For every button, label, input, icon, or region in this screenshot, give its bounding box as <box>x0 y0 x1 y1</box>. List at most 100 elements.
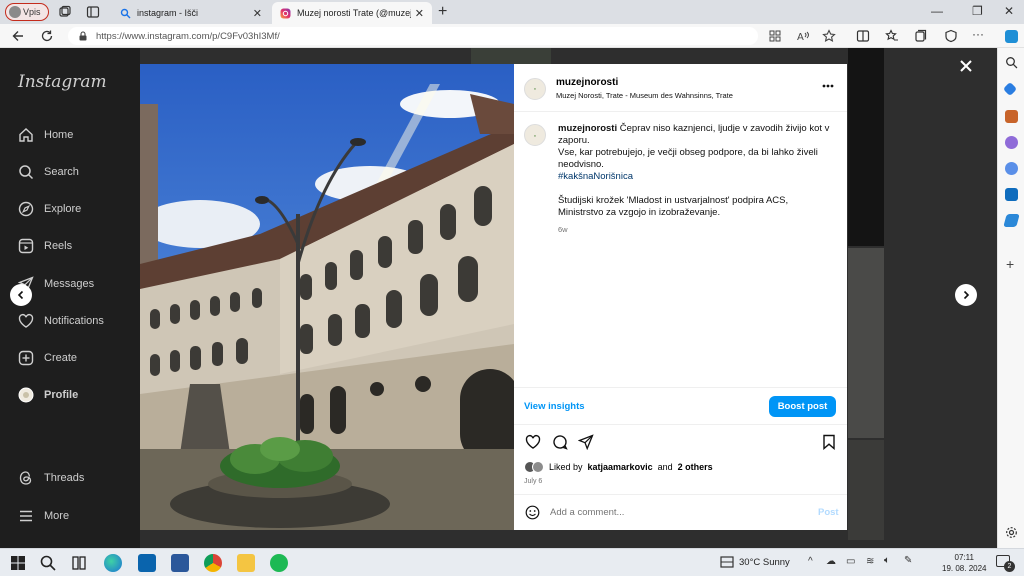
address-bar[interactable]: https://www.instagram.com/p/C9Fv03hI3Mf/ <box>68 27 758 45</box>
explore-icon <box>18 201 34 217</box>
tab-actions-icon[interactable] <box>86 5 100 19</box>
grid-thumbnail[interactable] <box>848 440 884 540</box>
next-post-button[interactable] <box>955 284 977 306</box>
avatar[interactable]: ● <box>524 77 546 100</box>
grid-thumbnail[interactable] <box>848 48 884 246</box>
chevron-up-icon[interactable]: ^ <box>808 556 813 567</box>
browser-toolbar: https://www.instagram.com/p/C9Fv03hI3Mf/… <box>0 24 1024 48</box>
wifi-icon[interactable]: ≋ <box>866 556 874 567</box>
send-icon[interactable] <box>1003 214 1020 227</box>
close-tab-icon[interactable]: ✕ <box>253 7 262 20</box>
nav-more[interactable]: More <box>18 508 69 524</box>
clock[interactable]: 07:11 19. 08. 2024 <box>942 552 986 574</box>
lock-icon <box>79 31 87 41</box>
windows-start-icon[interactable] <box>9 554 27 572</box>
profile-button[interactable]: Vpis <box>5 3 49 21</box>
nav-reels[interactable]: Reels <box>18 238 72 254</box>
spotify-icon[interactable] <box>270 554 288 572</box>
nav-notifications[interactable]: Notifications <box>18 313 104 329</box>
post-comment-button[interactable]: Post <box>818 507 839 518</box>
search-icon[interactable] <box>1005 56 1018 69</box>
grid-thumbnail[interactable] <box>471 48 551 64</box>
like-heart-icon[interactable] <box>525 434 541 450</box>
edge-browser-icon[interactable] <box>104 554 122 572</box>
nav-search[interactable]: Search <box>18 164 79 180</box>
post-location[interactable]: Muzej Norosti, Trate - Museum des Wahnsi… <box>556 91 733 100</box>
comment-input[interactable] <box>550 505 800 520</box>
instagram-logo[interactable]: Instagram <box>18 72 107 92</box>
view-insights-link[interactable]: View insights <box>524 401 585 412</box>
caption-line: neodvisno. <box>558 159 604 170</box>
word-icon[interactable] <box>171 554 189 572</box>
nav-explore[interactable]: Explore <box>18 201 81 217</box>
weather-widget[interactable]: 30°C Sunny <box>720 556 790 568</box>
add-sidebar-app-icon[interactable]: + <box>1006 256 1014 272</box>
post-modal: ● muzejnorosti Muzej Norosti, Trate - Mu… <box>140 64 847 530</box>
hashtag-link[interactable]: #kakšnaNorišnica <box>558 171 838 183</box>
maximize-icon[interactable]: ❐ <box>972 4 983 18</box>
save-bookmark-icon[interactable] <box>822 434 836 450</box>
search-icon <box>19 165 34 180</box>
search-icon <box>120 8 131 18</box>
gear-icon[interactable] <box>1005 526 1018 539</box>
minimize-icon[interactable]: — <box>931 4 943 18</box>
nav-home[interactable]: Home <box>18 127 73 143</box>
volume-icon[interactable]: 🔈︎ <box>884 555 890 566</box>
tab-title: instagram - Išči <box>137 8 199 18</box>
workspaces-icon[interactable] <box>58 5 72 19</box>
shopping-tag-icon[interactable] <box>1002 81 1018 97</box>
pen-icon[interactable]: ✎ <box>904 555 912 566</box>
search-icon[interactable] <box>39 554 57 572</box>
favorite-star-icon[interactable] <box>822 29 836 43</box>
grid-thumbnail[interactable] <box>848 248 884 438</box>
nav-threads[interactable]: Threads <box>18 470 84 486</box>
games-icon[interactable] <box>1005 136 1018 149</box>
close-window-icon[interactable]: ✕ <box>1004 4 1014 18</box>
tab-instagram[interactable]: Muzej norosti Trate (@muzejnorosti) ✕ <box>272 2 432 24</box>
file-explorer-icon[interactable] <box>237 554 255 572</box>
avatar[interactable]: ● <box>524 124 546 146</box>
nav-create[interactable]: Create <box>18 350 77 366</box>
plus-icon <box>18 350 34 366</box>
refresh-icon[interactable] <box>40 29 54 43</box>
app-available-icon[interactable] <box>768 29 782 43</box>
copilot-icon[interactable] <box>1005 30 1018 43</box>
emoji-icon[interactable] <box>525 505 540 520</box>
comment-icon[interactable] <box>552 434 568 450</box>
post-username[interactable]: muzejnorosti <box>556 77 733 88</box>
more-options-icon[interactable] <box>822 84 834 88</box>
close-tab-icon[interactable]: ✕ <box>415 7 424 20</box>
reels-icon <box>18 238 34 254</box>
favorites-icon[interactable] <box>885 29 899 43</box>
task-view-icon[interactable] <box>70 554 88 572</box>
monitor-icon[interactable]: ▭ <box>846 556 855 567</box>
chrome-icon[interactable] <box>204 554 222 572</box>
new-tab-icon[interactable]: + <box>438 3 447 21</box>
liked-by-others[interactable]: 2 others <box>678 462 713 472</box>
tab-search[interactable]: instagram - Išči ✕ <box>112 2 270 24</box>
boost-post-button[interactable]: Boost post <box>769 396 836 417</box>
liked-by-user[interactable]: katjaamarkovic <box>588 462 653 472</box>
caption-username[interactable]: muzejnorosti <box>558 123 617 134</box>
back-icon[interactable] <box>11 29 25 43</box>
avatar <box>18 387 34 403</box>
close-icon[interactable] <box>958 58 974 74</box>
liker-avatars <box>524 461 544 473</box>
collections-icon[interactable] <box>914 29 928 43</box>
microsoft-365-icon[interactable] <box>1005 162 1018 175</box>
browser-essentials-icon[interactable] <box>944 29 958 43</box>
share-icon[interactable] <box>578 434 594 450</box>
outlook-icon[interactable] <box>1005 188 1018 201</box>
settings-more-icon[interactable]: ··· <box>972 27 984 41</box>
previous-post-button[interactable] <box>10 284 32 306</box>
tools-icon[interactable] <box>1005 110 1018 123</box>
nav-profile[interactable]: Profile <box>18 387 78 403</box>
split-screen-icon[interactable] <box>856 29 870 43</box>
mail-icon[interactable] <box>138 554 156 572</box>
nav-label: More <box>44 510 70 522</box>
post-photo[interactable] <box>140 64 514 530</box>
read-aloud-icon[interactable]: A <box>796 29 810 43</box>
cloud-icon[interactable]: ☁ <box>826 556 836 567</box>
instagram-icon <box>280 8 291 18</box>
nav-label: Notifications <box>44 315 104 327</box>
